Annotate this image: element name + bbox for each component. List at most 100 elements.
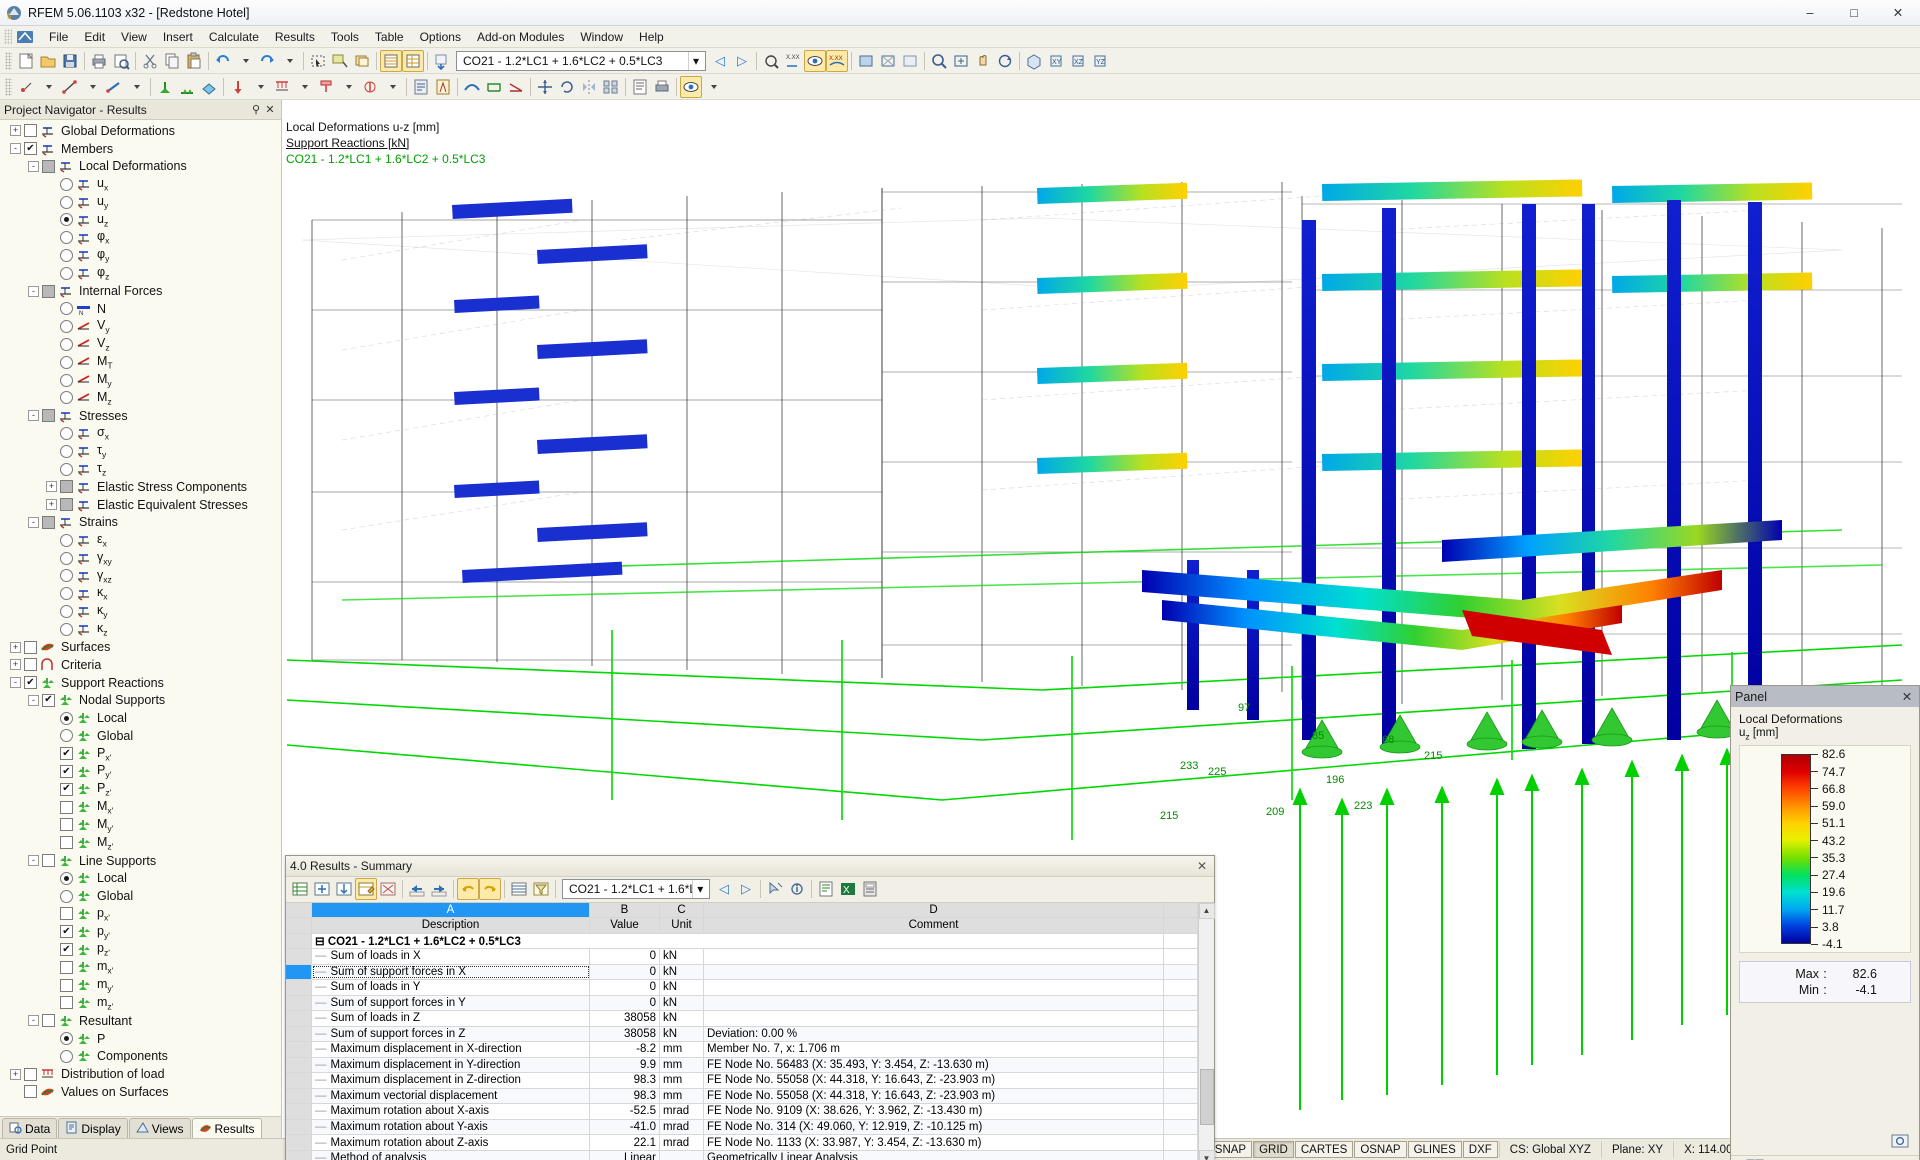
tree-item-surfaces[interactable]: + Surfaces: [0, 638, 281, 656]
tree-checkbox[interactable]: [24, 1067, 37, 1081]
table-row[interactable]: — Sum of support forces in Z 38058 kN Deviat…: [286, 1026, 1198, 1043]
toolbar-grip-handle[interactable]: [5, 51, 12, 70]
new-nodal-load-button[interactable]: [227, 76, 249, 98]
show-results-button[interactable]: [804, 49, 826, 72]
tree-checkbox[interactable]: [60, 782, 73, 796]
table-vertical-scrollbar[interactable]: ▲ ▼: [1198, 902, 1215, 1160]
tree-item-p[interactable]: Px': [0, 745, 281, 763]
chevron-down-icon[interactable]: ▾: [688, 51, 703, 70]
move-button[interactable]: [534, 76, 556, 98]
tree-item-values-on-surfaces[interactable]: Values on Surfaces: [0, 1083, 281, 1101]
tree-radio[interactable]: [60, 444, 73, 458]
tree-radio[interactable]: [60, 373, 73, 387]
zoom-all-button[interactable]: [950, 50, 972, 72]
table-next-column-button[interactable]: [428, 878, 450, 900]
render-mode-button[interactable]: [855, 50, 877, 72]
tree-item-n[interactable]: NN: [0, 300, 281, 318]
row-selector[interactable]: [286, 995, 312, 1011]
tree-radio[interactable]: [60, 551, 73, 565]
save-button[interactable]: [59, 50, 81, 72]
tree-radio[interactable]: [60, 213, 73, 227]
table-delete-row-button[interactable]: [333, 878, 355, 900]
tree-checkbox[interactable]: [60, 498, 73, 512]
tree-radio[interactable]: [60, 1032, 73, 1046]
collapse-icon[interactable]: -: [28, 694, 39, 706]
status-toggle-snap[interactable]: SNAP: [1208, 1141, 1253, 1158]
tree-radio[interactable]: [60, 729, 73, 743]
tree-radio[interactable]: [60, 302, 73, 316]
row-header-corner[interactable]: [286, 902, 312, 918]
tree-item-internal-forces[interactable]: - Internal Forces: [0, 282, 281, 300]
tree-radio[interactable]: [60, 711, 73, 725]
new-nodal-load-dropdown[interactable]: [249, 76, 271, 98]
menu-help[interactable]: Help: [631, 28, 672, 46]
minimize-button[interactable]: –: [1788, 0, 1832, 26]
tree-checkbox[interactable]: [60, 836, 73, 850]
paste-button[interactable]: [183, 50, 205, 72]
table-prev-column-button[interactable]: [406, 878, 428, 900]
menu-options[interactable]: Options: [412, 28, 469, 46]
tree-radio[interactable]: [60, 177, 73, 191]
expand-icon[interactable]: +: [10, 1068, 21, 1080]
tree-checkbox[interactable]: [60, 747, 73, 761]
new-member-dropdown[interactable]: [125, 76, 147, 98]
table-row[interactable]: — Sum of support forces in X 0 kN: [286, 964, 1198, 981]
menu-view[interactable]: View: [113, 28, 155, 46]
tree-item-criteria[interactable]: + Criteria: [0, 656, 281, 674]
tree-checkbox[interactable]: [60, 925, 73, 939]
tree-checkbox[interactable]: [42, 284, 55, 298]
row-selector[interactable]: [286, 1042, 312, 1057]
calculate-button[interactable]: [410, 76, 432, 98]
tree-checkbox[interactable]: [24, 658, 37, 672]
table-info-button[interactable]: [786, 878, 808, 900]
menu-window[interactable]: Window: [572, 28, 631, 46]
redo-button[interactable]: [256, 50, 278, 72]
row-selector[interactable]: [286, 1073, 312, 1088]
column-header-d[interactable]: D: [704, 902, 1164, 918]
display-deformation-button[interactable]: [461, 76, 483, 98]
tree-radio[interactable]: [60, 320, 73, 334]
cut-button[interactable]: [139, 50, 161, 72]
expand-icon[interactable]: +: [46, 481, 57, 493]
menu-addon-modules[interactable]: Add-on Modules: [469, 28, 572, 46]
tree-item-[interactable]: φz: [0, 264, 281, 282]
table-prev-case-button[interactable]: ◁: [713, 878, 735, 900]
printout-report-button[interactable]: [629, 76, 651, 98]
tree-item-local-deformations[interactable]: - Local Deformations: [0, 158, 281, 176]
new-line-button[interactable]: [59, 76, 81, 98]
tree-item-u[interactable]: uy: [0, 193, 281, 211]
tree-item-[interactable]: φx: [0, 229, 281, 247]
scroll-up-button[interactable]: ▲: [1198, 902, 1215, 919]
copy-button[interactable]: [161, 50, 183, 72]
collapse-icon[interactable]: -: [10, 143, 21, 155]
tree-item-p[interactable]: py': [0, 923, 281, 941]
tree-item-u[interactable]: uz: [0, 211, 281, 229]
tree-item-v[interactable]: Vy: [0, 318, 281, 336]
tree-item-p[interactable]: pz': [0, 941, 281, 959]
tree-radio[interactable]: [60, 871, 73, 885]
column-header-e[interactable]: [1164, 902, 1198, 918]
table-group-row[interactable]: ⊟ CO21 - 1.2*LC1 + 1.6*LC2 + 0.5*LC3: [286, 933, 1198, 950]
menu-calculate[interactable]: Calculate: [201, 28, 267, 46]
table-export-excel-button[interactable]: X: [837, 878, 859, 900]
close-icon[interactable]: ✕: [263, 103, 277, 117]
tree-checkbox[interactable]: [24, 640, 37, 654]
tree-radio[interactable]: [60, 426, 73, 440]
new-surface-button[interactable]: [198, 76, 220, 98]
table-filter-button[interactable]: [530, 878, 552, 900]
row-selector[interactable]: [286, 1088, 312, 1104]
tree-checkbox[interactable]: [60, 960, 73, 974]
row-selector[interactable]: [286, 949, 312, 964]
pin-icon[interactable]: ⚲: [249, 103, 263, 117]
tree-checkbox[interactable]: [24, 676, 37, 690]
tree-item-elastic-equivalent-stresses[interactable]: + Elastic Equivalent Stresses: [0, 496, 281, 514]
tree-item-u[interactable]: ux: [0, 175, 281, 193]
toolbar-grip-handle-2[interactable]: [5, 77, 12, 96]
wireframe-mode-button[interactable]: [877, 50, 899, 72]
table-close-icon[interactable]: ✕: [1194, 859, 1210, 873]
tree-checkbox[interactable]: [60, 907, 73, 921]
menu-file[interactable]: File: [41, 28, 76, 46]
table-row[interactable]: — Maximum displacement in Y-direction 9.9 m…: [286, 1057, 1198, 1074]
display-shear-button[interactable]: [505, 76, 527, 98]
tree-checkbox[interactable]: [24, 124, 37, 138]
